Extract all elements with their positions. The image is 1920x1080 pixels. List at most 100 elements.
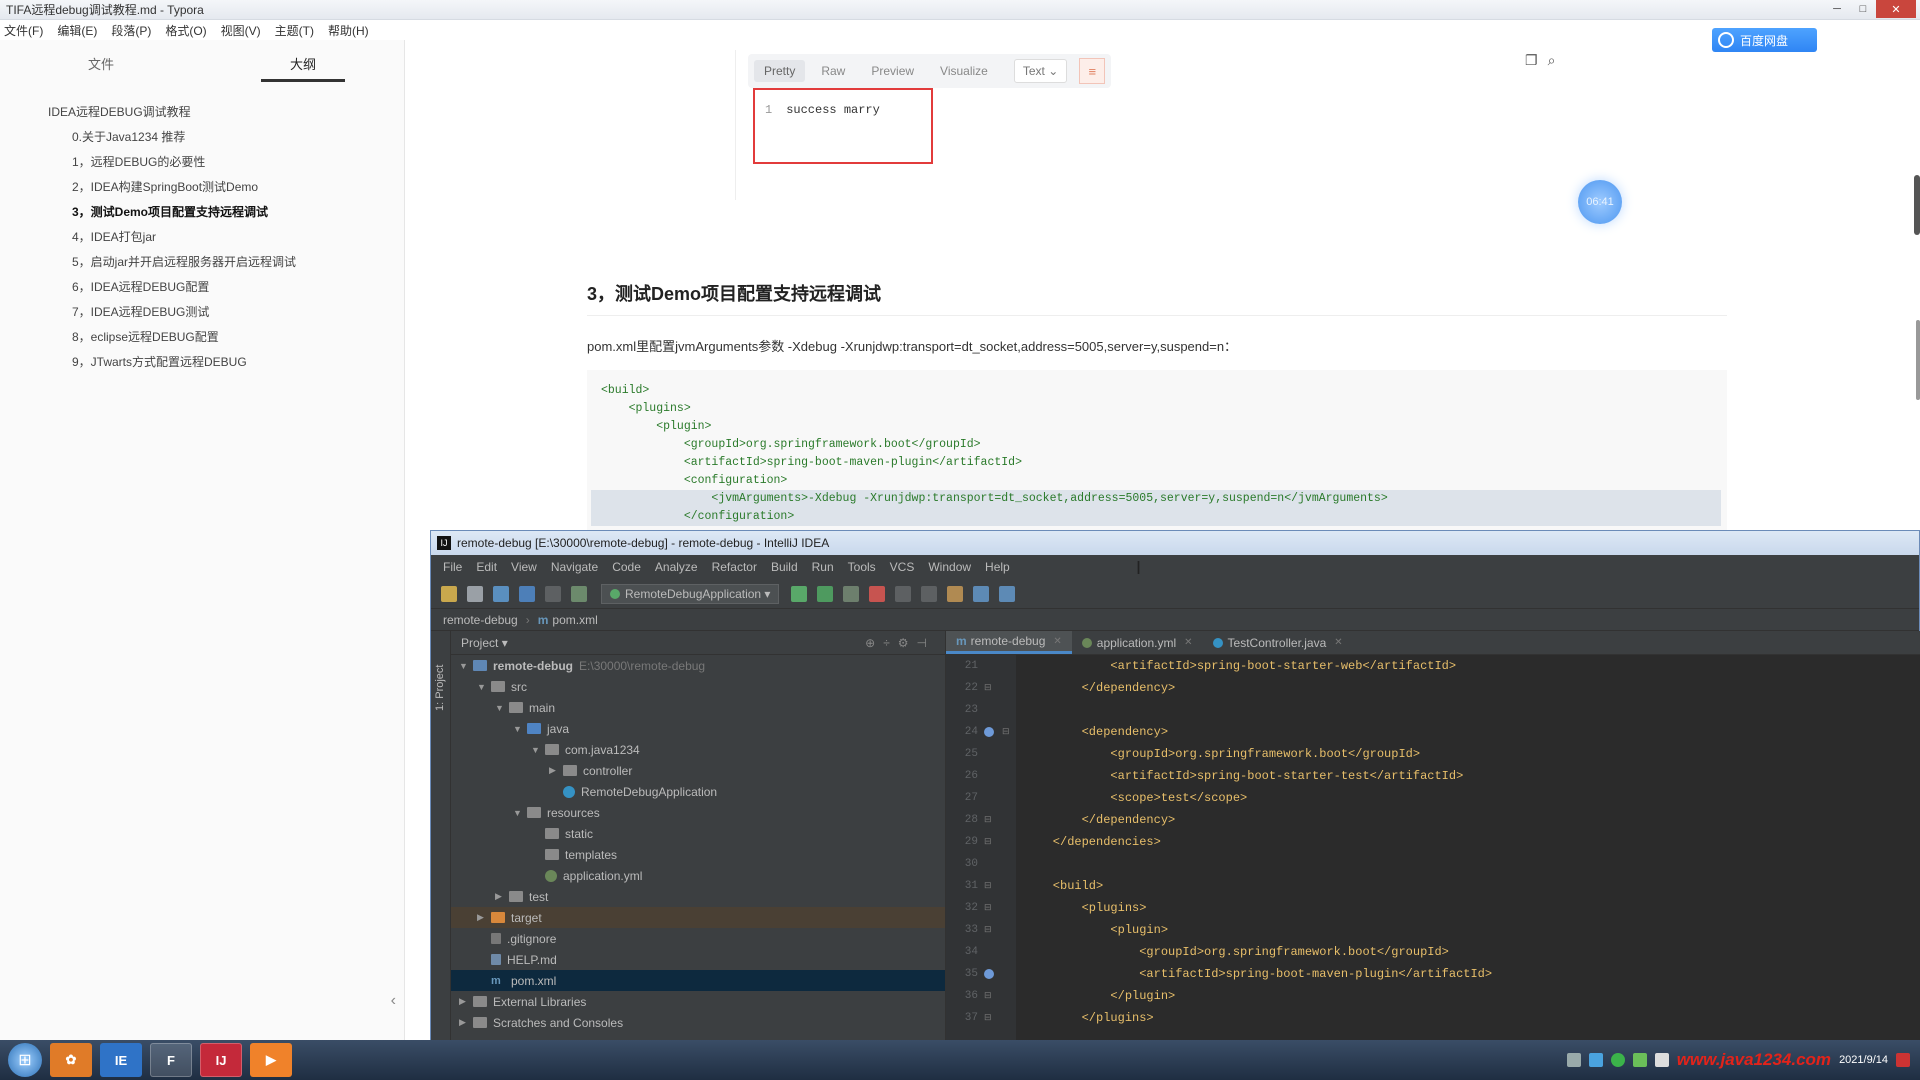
tree-row[interactable]: static <box>451 823 945 844</box>
panel-tools-icons[interactable]: ⊕÷⚙⊣ <box>865 636 935 650</box>
minimize-button[interactable]: ─ <box>1824 0 1850 18</box>
tree-row[interactable]: m pom.xml <box>451 970 945 991</box>
breadcrumb-project[interactable]: remote-debug <box>443 613 518 627</box>
stop-icon[interactable] <box>869 585 886 602</box>
maven-dependency-icon[interactable] <box>984 727 994 737</box>
coverage-icon[interactable] <box>843 585 860 602</box>
tree-row[interactable]: templates <box>451 844 945 865</box>
outline-item[interactable]: 3，测试Demo项目配置支持远程调试 <box>0 200 404 225</box>
tree-row[interactable]: application.yml <box>451 865 945 886</box>
menu-item[interactable]: VCS <box>890 560 915 574</box>
search-everywhere-icon[interactable] <box>999 585 1016 602</box>
open-folder-icon[interactable] <box>441 585 457 602</box>
scrollbar-track[interactable] <box>1916 320 1920 400</box>
tree-row[interactable]: ▼ src <box>451 676 945 697</box>
tab-files[interactable]: 文件 <box>0 40 202 80</box>
editor-tab[interactable]: m remote-debug ✕ <box>946 631 1072 654</box>
chevron-down-icon[interactable]: ▼ <box>531 745 545 755</box>
menu-item[interactable]: 编辑(E) <box>57 22 97 39</box>
menu-item[interactable]: Refactor <box>712 560 757 574</box>
chevron-right-icon[interactable]: ▶ <box>495 891 509 902</box>
menu-item[interactable]: 文件(F) <box>4 22 43 39</box>
code-block[interactable]: <build> <plugins> <plugin> <groupId>org.… <box>587 370 1727 530</box>
editor-tab[interactable]: TestController.java ✕ <box>1203 631 1353 654</box>
project-structure-icon[interactable] <box>973 585 990 602</box>
menu-item[interactable]: Edit <box>476 560 497 574</box>
fold-icon[interactable]: ⊟ <box>984 815 992 825</box>
back-icon[interactable] <box>519 585 535 602</box>
chevron-right-icon[interactable]: ▶ <box>549 765 563 776</box>
menu-item[interactable]: Build <box>771 560 798 574</box>
project-tool-tab[interactable]: 1: Project <box>434 665 446 711</box>
menu-item[interactable]: Help <box>985 560 1010 574</box>
menu-item[interactable]: 主题(T) <box>275 22 314 39</box>
outline-item[interactable]: 1，远程DEBUG的必要性 <box>0 150 404 175</box>
tree-row[interactable]: ▼ resources <box>451 802 945 823</box>
editor-code[interactable]: 21 <artifactId>spring-boot-starter-web</… <box>946 655 1920 1029</box>
tree-row[interactable]: ▶ target <box>451 907 945 928</box>
format-select[interactable]: Text ⌄ <box>1013 59 1068 83</box>
taskbar-postman-icon[interactable]: ▶ <box>250 1043 292 1077</box>
wechat-icon[interactable] <box>1632 1053 1647 1067</box>
debug-icon[interactable] <box>817 585 834 602</box>
tab-raw[interactable]: Raw <box>811 60 855 82</box>
breadcrumb-file[interactable]: pom.xml <box>552 613 597 627</box>
collapse-sidebar-icon[interactable]: ‹ <box>391 992 396 1010</box>
editor-tab[interactable]: application.yml ✕ <box>1072 631 1203 654</box>
network-icon[interactable] <box>1588 1053 1603 1067</box>
close-icon[interactable]: ✕ <box>1334 637 1342 648</box>
keyboard-icon[interactable] <box>1566 1053 1581 1067</box>
outline-item[interactable]: 7，IDEA远程DEBUG测试 <box>0 300 404 325</box>
tree-row[interactable]: .gitignore <box>451 928 945 949</box>
fold-icon[interactable]: ⊟ <box>984 991 992 1001</box>
menu-item[interactable]: View <box>511 560 537 574</box>
outline-item[interactable]: 6，IDEA远程DEBUG配置 <box>0 275 404 300</box>
tree-row[interactable]: ▶ controller <box>451 760 945 781</box>
outline-item[interactable]: 0.关于Java1234 推荐 <box>0 125 404 150</box>
taskbar-app-icon[interactable]: ✿ <box>50 1043 92 1077</box>
chevron-down-icon[interactable]: ▼ <box>459 661 473 671</box>
run-config-select[interactable]: RemoteDebugApplication ▾ <box>601 583 780 604</box>
menu-item[interactable]: 段落(P) <box>111 22 151 39</box>
save-icon[interactable] <box>467 585 483 602</box>
sync-icon[interactable] <box>493 585 509 602</box>
volume-icon[interactable] <box>1654 1053 1669 1067</box>
scrollbar-thumb[interactable] <box>1914 175 1920 235</box>
taskbar-browser-icon[interactable]: IE <box>100 1043 142 1077</box>
forward-icon[interactable] <box>545 585 561 602</box>
start-button[interactable]: ⊞ <box>8 1043 42 1077</box>
menu-item[interactable]: Tools <box>848 560 876 574</box>
tree-row[interactable]: ▼ com.java1234 <box>451 739 945 760</box>
outline-item[interactable]: 8，eclipse远程DEBUG配置 <box>0 325 404 350</box>
chevron-right-icon[interactable]: ▶ <box>459 1017 473 1028</box>
fold-icon[interactable]: ⊟ <box>984 837 992 847</box>
git-update-icon[interactable] <box>895 585 912 602</box>
security-icon[interactable] <box>1610 1053 1625 1067</box>
menu-item[interactable]: Run <box>812 560 834 574</box>
fold-icon[interactable]: ⊟ <box>984 683 992 693</box>
build-icon[interactable] <box>571 585 587 602</box>
chevron-down-icon[interactable]: ▼ <box>477 682 491 692</box>
menu-item[interactable]: Code <box>612 560 641 574</box>
git-commit-icon[interactable] <box>921 585 938 602</box>
outline-item[interactable]: IDEA远程DEBUG调试教程 <box>0 100 404 125</box>
chevron-down-icon[interactable]: ▼ <box>495 703 509 713</box>
tree-row[interactable]: ▶ External Libraries <box>451 991 945 1012</box>
menu-item[interactable]: 帮助(H) <box>328 22 369 39</box>
close-icon[interactable]: ✕ <box>1053 636 1061 647</box>
tab-visualize[interactable]: Visualize <box>930 60 998 82</box>
floating-timer-badge[interactable]: 06:41 <box>1578 180 1622 224</box>
tree-row[interactable]: ▼ remote-debug E:\30000\remote-debug <box>451 655 945 676</box>
tab-outline[interactable]: 大纲 <box>202 40 404 82</box>
menu-item[interactable]: File <box>443 560 462 574</box>
tree-row[interactable]: ▼ java <box>451 718 945 739</box>
taskbar-intellij-icon[interactable]: IJ <box>200 1043 242 1077</box>
tree-row[interactable]: RemoteDebugApplication <box>451 781 945 802</box>
tree-row[interactable]: ▼ main <box>451 697 945 718</box>
fold-icon[interactable]: ⊟ <box>984 925 992 935</box>
fold-icon[interactable]: ⊟ <box>1002 727 1010 737</box>
maven-dependency-icon[interactable] <box>984 969 994 979</box>
maximize-button[interactable]: □ <box>1850 0 1876 18</box>
menu-item[interactable]: 视图(V) <box>221 22 261 39</box>
run-icon[interactable] <box>791 585 808 602</box>
